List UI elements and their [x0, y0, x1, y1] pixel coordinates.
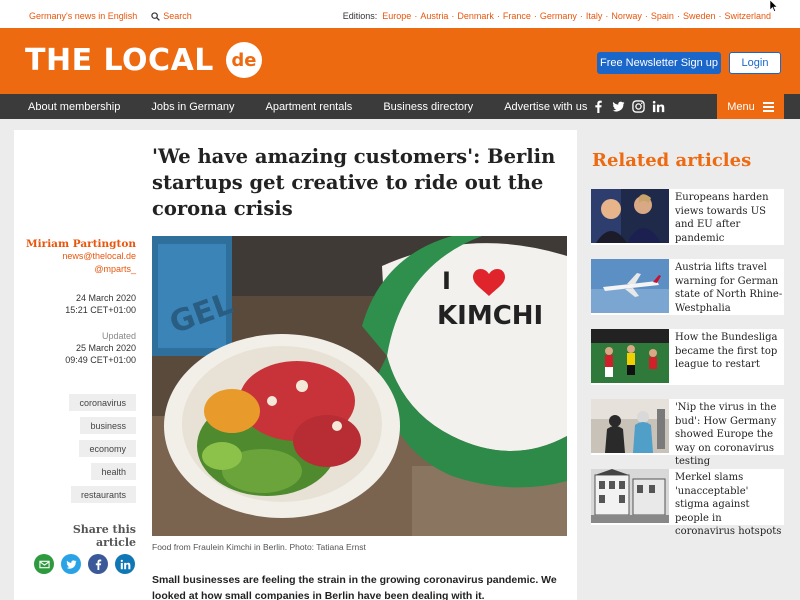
- social-links: [592, 99, 665, 113]
- linkedin-icon[interactable]: [652, 99, 665, 113]
- site-logo[interactable]: THE LOCAL de: [25, 42, 262, 78]
- photo-cap-i: I: [442, 267, 451, 295]
- edition-switzerland[interactable]: Switzerland: [724, 11, 771, 21]
- search-link[interactable]: Search: [151, 11, 192, 21]
- login-button[interactable]: Login: [729, 52, 781, 74]
- updated-label: Updated: [101, 331, 136, 341]
- nav-item-about-membership[interactable]: About membership: [28, 101, 120, 113]
- share-email-icon[interactable]: [34, 554, 54, 574]
- edition-sweden[interactable]: Sweden: [683, 11, 716, 21]
- edition-italy[interactable]: Italy: [586, 11, 603, 21]
- edition-germany[interactable]: Germany: [540, 11, 577, 21]
- tag-health[interactable]: health: [91, 463, 136, 480]
- author-twitter[interactable]: @mparts_: [14, 263, 136, 276]
- instagram-icon[interactable]: [632, 99, 645, 113]
- site-header: THE LOCAL de Free Newsletter Sign up Log…: [0, 28, 800, 94]
- related-item-title: How the Bundesliga became the first top …: [675, 332, 778, 370]
- related-articles-title: Related articles: [592, 150, 752, 171]
- related-thumbnail: [591, 189, 669, 243]
- hamburger-icon: [762, 101, 774, 112]
- edition-norway[interactable]: Norway: [611, 11, 642, 21]
- related-item-title: Merkel slams 'unacceptable' stigma again…: [675, 472, 782, 537]
- share-twitter-icon[interactable]: [61, 554, 81, 574]
- related-articles-list: Europeans harden views towards US and EU…: [591, 189, 784, 539]
- edition-europe[interactable]: Europe: [382, 11, 411, 21]
- twitter-icon[interactable]: [612, 99, 625, 113]
- tag-list: coronavirus business economy health rest…: [68, 394, 136, 503]
- editions-list: Editions: Europe · Austria · Denmark · Fran…: [342, 11, 771, 21]
- author-name[interactable]: Miriam Partington: [14, 238, 136, 250]
- logo-badge: de: [225, 42, 262, 78]
- menu-button[interactable]: Menu: [717, 94, 784, 119]
- share-buttons: [34, 554, 135, 574]
- article-headline: 'We have amazing customers': Berlin star…: [152, 145, 556, 220]
- photo-caption: Food from Fraulein Kimchi in Berlin. Pho…: [152, 542, 366, 552]
- top-bar: Germany's news in English Search Edition…: [0, 0, 800, 28]
- publish-time: 15:21 CET+01:00: [65, 305, 136, 315]
- share-title: Share this article: [72, 523, 136, 549]
- related-item[interactable]: Europeans harden views towards US and EU…: [591, 189, 784, 245]
- nav-item-business-directory[interactable]: Business directory: [383, 101, 473, 113]
- edition-denmark[interactable]: Denmark: [457, 11, 494, 21]
- updated-date: 25 March 2020: [75, 343, 136, 353]
- tag-economy[interactable]: economy: [79, 440, 136, 457]
- related-thumbnail: [591, 329, 669, 383]
- search-icon: [151, 11, 161, 21]
- related-item-title: Austria lifts travel warning for German …: [675, 262, 783, 314]
- author-email[interactable]: news@thelocal.de: [14, 250, 136, 263]
- share-facebook-icon[interactable]: [88, 554, 108, 574]
- photo-cap-kimchi: KIMCHI: [437, 301, 543, 331]
- tag-restaurants[interactable]: restaurants: [70, 486, 136, 503]
- tag-coronavirus[interactable]: coronavirus: [69, 394, 136, 411]
- facebook-icon[interactable]: [592, 99, 605, 113]
- edition-france[interactable]: France: [503, 11, 531, 21]
- search-label: Search: [163, 11, 192, 21]
- related-item[interactable]: How the Bundesliga became the first top …: [591, 329, 784, 385]
- news-link[interactable]: Germany's news in English: [29, 11, 137, 21]
- mouse-cursor-icon: [770, 0, 778, 12]
- newsletter-signup-button[interactable]: Free Newsletter Sign up: [597, 52, 721, 74]
- related-item[interactable]: Merkel slams 'unacceptable' stigma again…: [591, 469, 784, 537]
- related-thumbnail: [591, 259, 669, 313]
- nav-item-apartment-rentals[interactable]: Apartment rentals: [265, 101, 352, 113]
- main-nav: About membership Jobs in Germany Apartme…: [0, 94, 800, 119]
- logo-text: THE LOCAL: [25, 42, 214, 78]
- related-item[interactable]: 'Nip the virus in the bud': How Germany …: [591, 399, 784, 467]
- updated-time: 09:49 CET+01:00: [65, 355, 136, 365]
- related-item-title: 'Nip the virus in the bud': How Germany …: [675, 402, 777, 467]
- publish-date: 24 March 2020: [75, 293, 136, 303]
- menu-label: Menu: [727, 100, 755, 113]
- nav-item-advertise[interactable]: Advertise with us: [504, 101, 587, 113]
- related-thumbnail: [591, 399, 669, 453]
- share-linkedin-icon[interactable]: [115, 554, 135, 574]
- related-item-title: Europeans harden views towards US and EU…: [675, 192, 769, 244]
- article-lede: Small businesses are feeling the strain …: [152, 574, 557, 600]
- article-photo: GEL I KIMCHI: [152, 236, 567, 536]
- related-thumbnail: [591, 469, 669, 523]
- article-card: 'We have amazing customers': Berlin star…: [14, 130, 577, 600]
- edition-spain[interactable]: Spain: [651, 11, 674, 21]
- article-byline: Miriam Partington news@thelocal.de @mpar…: [14, 238, 136, 366]
- tag-business[interactable]: business: [80, 417, 136, 434]
- nav-item-jobs[interactable]: Jobs in Germany: [151, 101, 234, 113]
- edition-austria[interactable]: Austria: [420, 11, 448, 21]
- related-item[interactable]: Austria lifts travel warning for German …: [591, 259, 784, 315]
- editions-label: Editions:: [342, 11, 378, 21]
